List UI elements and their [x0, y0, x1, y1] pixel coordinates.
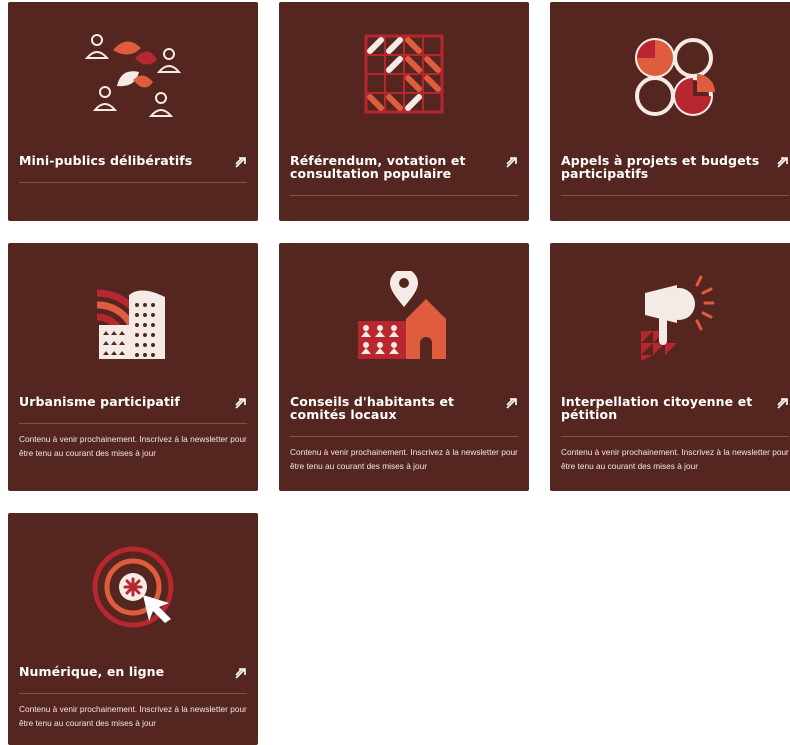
divider: [19, 423, 247, 424]
card-title: Numérique, en ligne: [19, 664, 165, 679]
card-appels-projets[interactable]: Appels à projets et budgets participatif…: [550, 2, 790, 221]
card-referendum[interactable]: Référendum, votation et consultation pop…: [279, 2, 529, 221]
card-description: Contenu à venir prochainement. Inscrivez…: [19, 434, 247, 458]
card-title: Interpellation citoyenne et pétition: [561, 394, 753, 422]
divider: [290, 436, 518, 437]
card-title: Référendum, votation et consultation pop…: [290, 153, 466, 181]
buildings-icon: [83, 271, 183, 366]
arrow-up-right-icon[interactable]: [234, 396, 248, 410]
card-urbanisme[interactable]: Urbanisme participatif Contenu à venir p…: [8, 243, 258, 491]
arrow-up-right-icon[interactable]: [505, 396, 519, 410]
megaphone-icon: [625, 271, 725, 366]
divider: [561, 195, 789, 196]
ballot-grid-icon: [354, 30, 454, 125]
arrow-up-right-icon[interactable]: [234, 155, 248, 169]
people-and-leaves-icon: [83, 30, 183, 125]
card-description: Contenu à venir prochainement. Inscrivez…: [19, 704, 247, 728]
arrow-up-right-icon[interactable]: [234, 666, 248, 680]
card-interpellation[interactable]: Interpellation citoyenne et pétition Con…: [550, 243, 790, 491]
arrow-up-right-icon[interactable]: [505, 155, 519, 169]
card-description: Contenu à venir prochainement. Inscrivez…: [290, 447, 518, 471]
card-conseils-habitants[interactable]: Conseils d'habitants et comités locaux C…: [279, 243, 529, 491]
target-cursor-icon: [83, 541, 183, 636]
pie-circles-icon: [625, 30, 725, 125]
card-mini-publics[interactable]: Mini-publics délibératifs: [8, 2, 258, 221]
card-title: Mini-publics délibératifs: [19, 153, 193, 168]
card-title: Appels à projets et budgets participatif…: [561, 153, 760, 181]
map-pin-house-icon: [354, 271, 454, 366]
card-description: Contenu à venir prochainement. Inscrivez…: [561, 447, 789, 471]
divider: [19, 182, 247, 183]
card-title: Urbanisme participatif: [19, 394, 180, 409]
divider: [19, 693, 247, 694]
card-title: Conseils d'habitants et comités locaux: [290, 394, 455, 422]
card-numerique[interactable]: Numérique, en ligne Contenu à venir proc…: [8, 513, 258, 745]
divider: [290, 195, 518, 196]
arrow-up-right-icon[interactable]: [776, 396, 790, 410]
arrow-up-right-icon[interactable]: [776, 155, 790, 169]
divider: [561, 436, 789, 437]
